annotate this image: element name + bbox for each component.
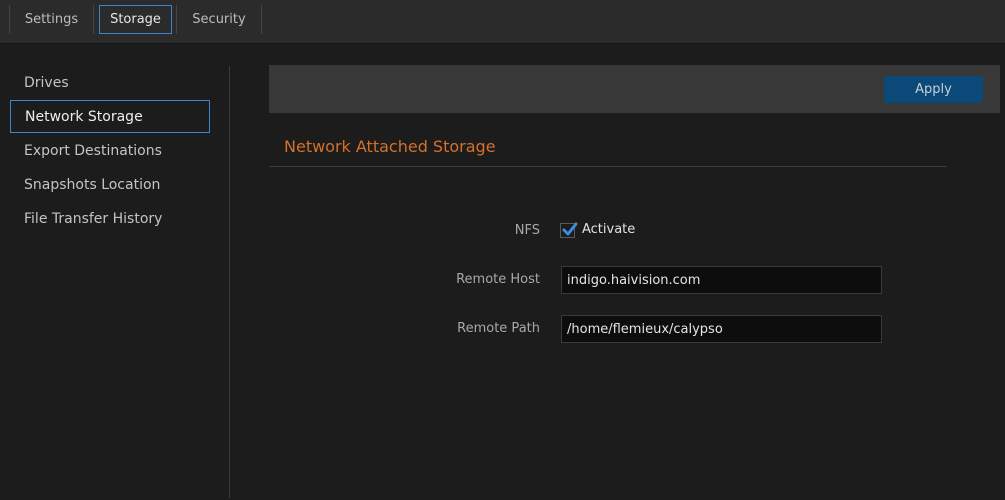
remote-host-input[interactable] bbox=[561, 266, 882, 294]
remote-host-label: Remote Host bbox=[456, 272, 540, 287]
sidebar-item-snapshots-location[interactable]: Snapshots Location bbox=[10, 168, 210, 201]
checkmark-icon bbox=[562, 222, 578, 236]
action-toolbar: Apply bbox=[269, 65, 1000, 113]
section-title: Network Attached Storage bbox=[284, 137, 496, 156]
tab-separator bbox=[261, 5, 262, 34]
nfs-activate-checkbox[interactable] bbox=[560, 222, 578, 238]
tab-settings[interactable]: Settings bbox=[10, 5, 93, 34]
remote-path-input[interactable] bbox=[561, 315, 882, 343]
sidebar-divider bbox=[229, 66, 230, 498]
remote-path-label: Remote Path bbox=[457, 321, 540, 336]
section-divider bbox=[269, 166, 947, 167]
sidebar-item-network-storage[interactable]: Network Storage bbox=[10, 100, 210, 133]
activate-label[interactable]: Activate bbox=[582, 222, 635, 237]
top-tab-bar: Settings Storage Security bbox=[0, 0, 1005, 44]
tab-separator bbox=[93, 5, 94, 34]
sidebar-item-drives[interactable]: Drives bbox=[10, 66, 210, 99]
tab-storage[interactable]: Storage bbox=[99, 5, 172, 34]
tab-security[interactable]: Security bbox=[177, 5, 261, 34]
sidebar-item-file-transfer-history[interactable]: File Transfer History bbox=[10, 202, 210, 235]
nfs-label: NFS bbox=[514, 223, 540, 238]
sidebar-item-export-destinations[interactable]: Export Destinations bbox=[10, 134, 210, 167]
apply-button[interactable]: Apply bbox=[884, 76, 983, 103]
